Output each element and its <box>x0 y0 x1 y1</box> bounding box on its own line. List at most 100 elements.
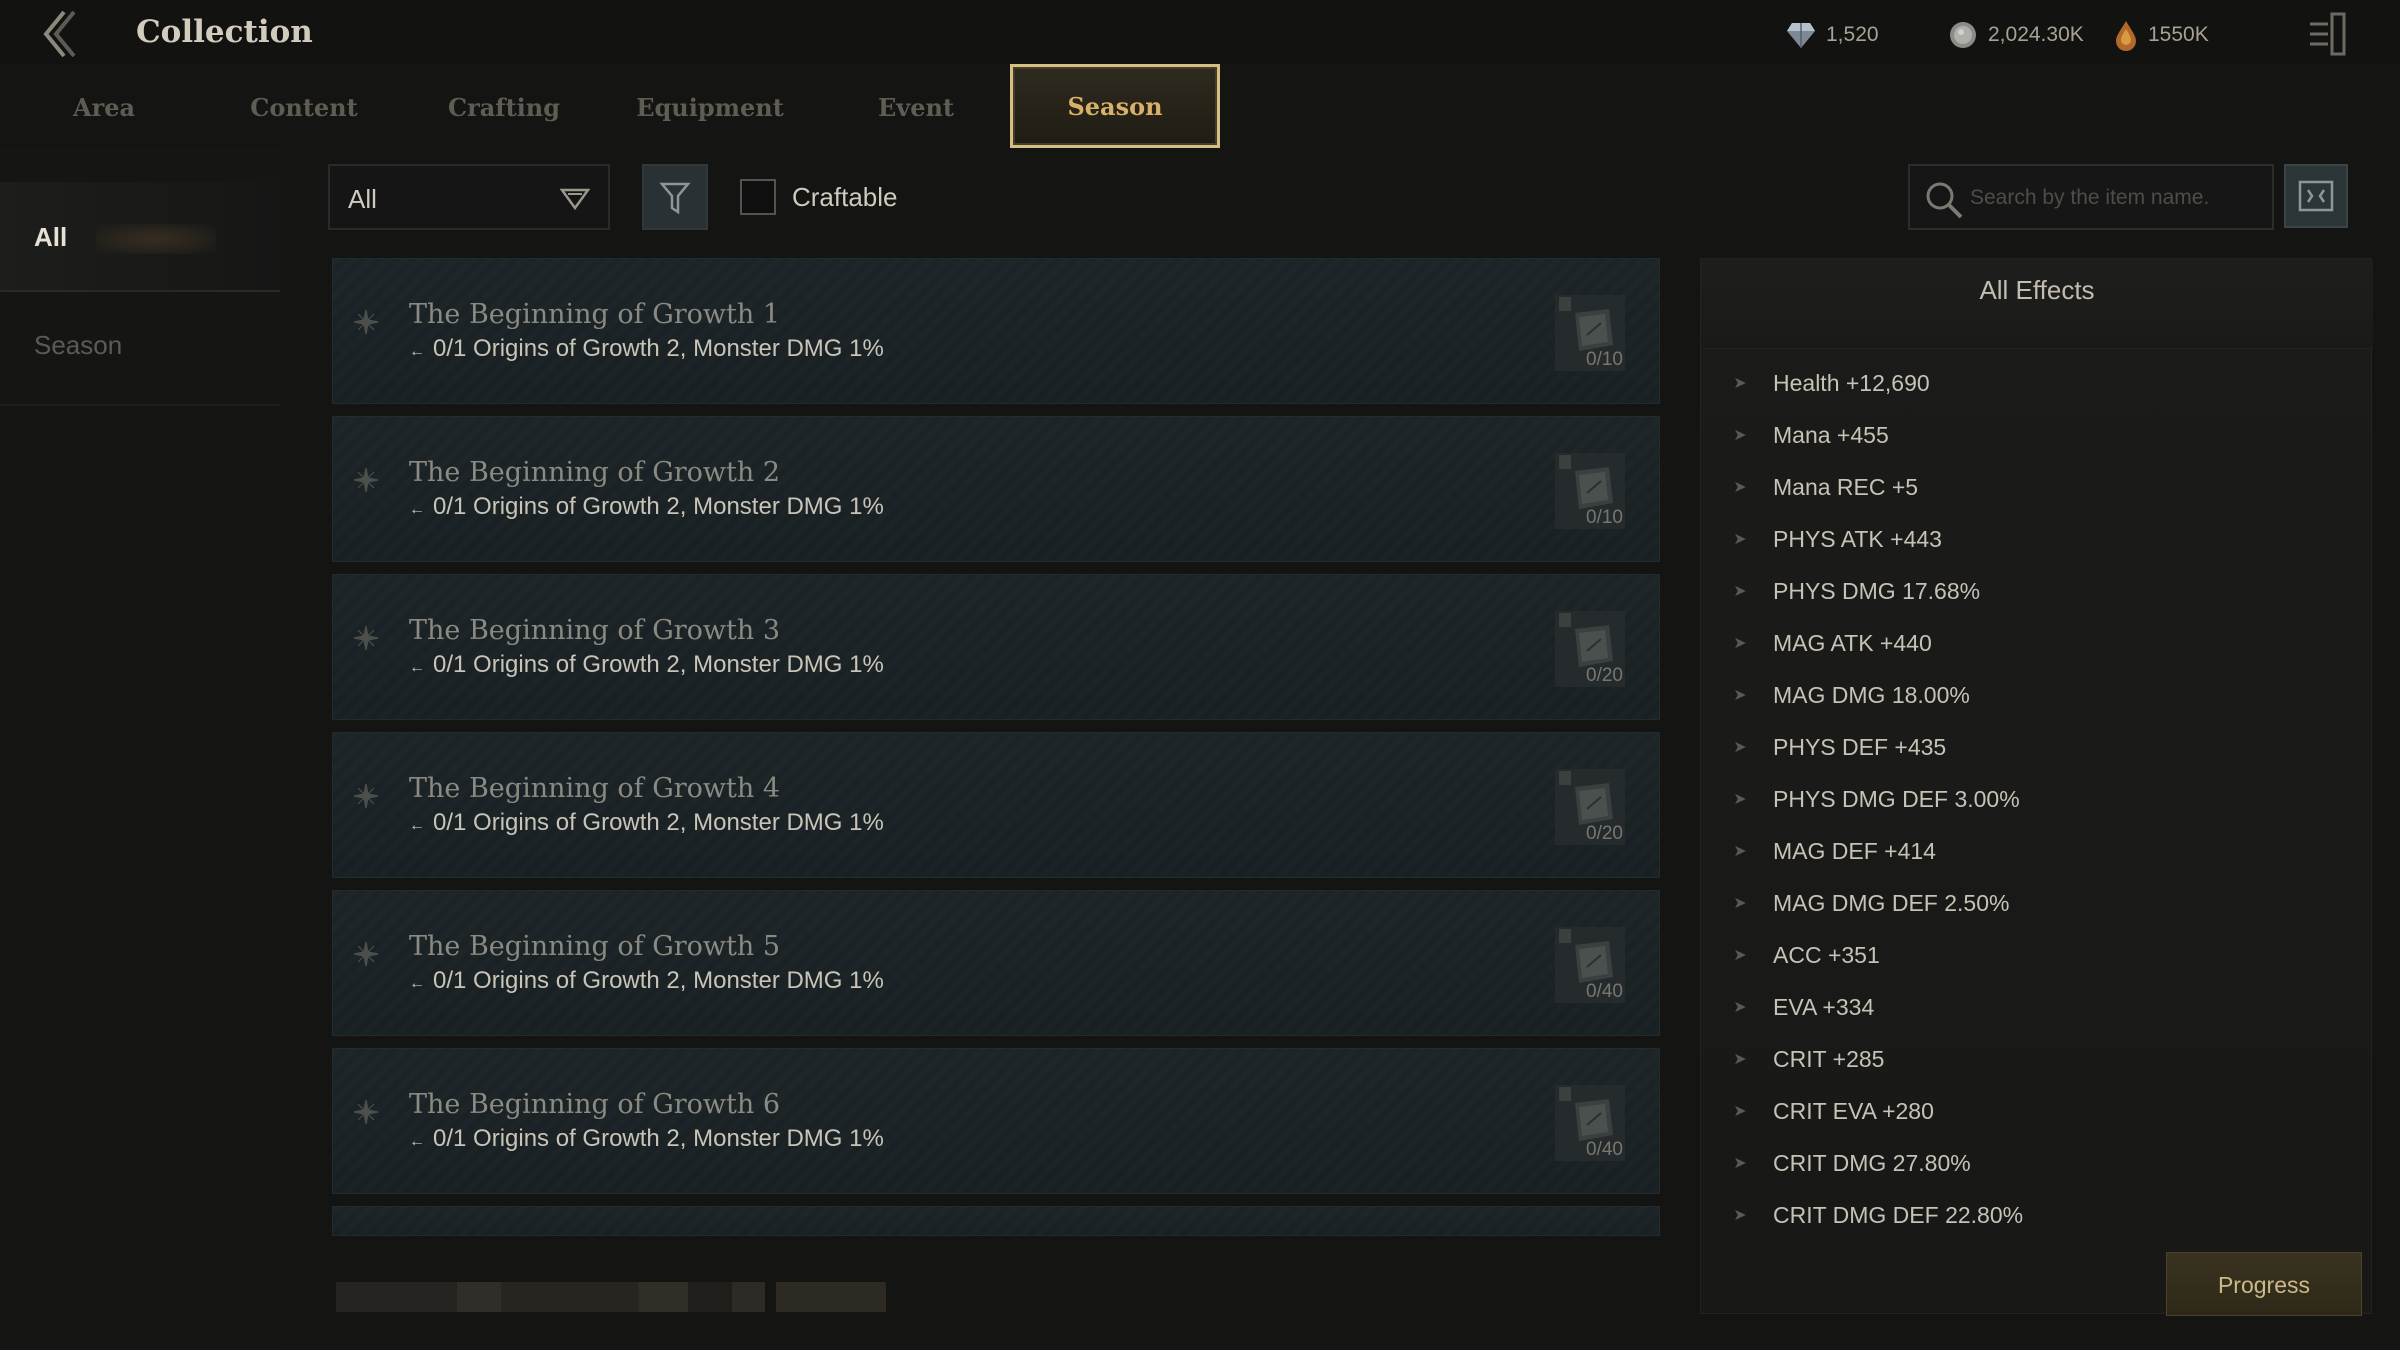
collection-requirement: ← 0/1 Origins of Growth 2, Monster DMG 1% <box>409 1125 884 1153</box>
effect-text: CRIT EVA +280 <box>1773 1097 1934 1124</box>
sidebar-item-season[interactable]: Season <box>0 294 280 406</box>
effect-item: ➤ MAG DMG 18.00% <box>1729 675 1970 715</box>
item-slot[interactable]: 0/10 <box>1555 295 1625 371</box>
arrow-right-icon: ➤ <box>1733 739 1747 756</box>
collection-requirement: ← 0/1 Origins of Growth 2, Monster DMG 1% <box>409 967 884 995</box>
filter-icon <box>659 182 691 215</box>
star-icon <box>353 467 379 498</box>
effect-text: Mana REC +5 <box>1773 473 1919 500</box>
effect-item: ➤ MAG ATK +440 <box>1729 623 1931 663</box>
collection-row[interactable]: The Beginning of Growth 4 ← 0/1 Origins of… <box>332 732 1660 878</box>
collection-row[interactable]: The Beginning of Growth 2 ← 0/1 Origins of… <box>332 416 1660 562</box>
item-slot[interactable]: 0/20 <box>1555 611 1625 687</box>
sidebar-item-label: All <box>34 222 68 252</box>
collection-row[interactable]: The Beginning of Growth 3 ← 0/1 Origins of… <box>332 574 1660 720</box>
collection-row-partial[interactable] <box>332 1206 1660 1236</box>
category-dropdown[interactable]: All <box>328 164 610 230</box>
collection-requirement: ← 0/1 Origins of Growth 2, Monster DMG 1% <box>409 493 884 521</box>
collection-requirement: ← 0/1 Origins of Growth 2, Monster DMG 1% <box>409 809 884 837</box>
collection-requirement: ← 0/1 Origins of Growth 2, Monster DMG 1% <box>409 651 884 679</box>
effect-item: ➤ Health +12,690 <box>1729 363 1929 403</box>
gold-drop-icon <box>2116 21 2136 51</box>
requirement-text: 0/1 Origins of Growth 2, Monster DMG 1% <box>433 335 884 362</box>
filter-button[interactable] <box>642 164 708 230</box>
silver-amount: 2,024.30K <box>1988 23 2084 46</box>
diamond-amount: 1,520 <box>1826 23 1879 46</box>
progress-button[interactable]: Progress <box>2166 1252 2362 1316</box>
collection-row[interactable]: The Beginning of Growth 5 ← 0/1 Origins of… <box>332 890 1660 1036</box>
effect-text: CRIT DMG 27.80% <box>1773 1149 1971 1176</box>
category-tabs: Area Content Crafting Equipment Event Se… <box>0 64 2400 148</box>
back-button[interactable] <box>38 8 90 60</box>
effects-panel: All Effects ➤ Health +12,690 ➤ Mana +455 ➤ Ma… <box>1700 258 2373 1314</box>
checkbox-box[interactable] <box>740 179 776 215</box>
requirement-text: 0/1 Origins of Growth 2, Monster DMG 1% <box>433 1125 884 1152</box>
back-chevron-icon <box>43 10 76 58</box>
star-icon <box>353 783 379 814</box>
collection-list: The Beginning of Growth 1 ← 0/1 Origins of… <box>332 258 1660 1238</box>
tab-content[interactable]: Content <box>236 64 372 148</box>
effect-text: MAG DMG 18.00% <box>1773 681 1970 708</box>
craftable-checkbox[interactable]: Craftable <box>740 178 898 216</box>
exit-menu-button[interactable] <box>2306 12 2348 56</box>
arrow-left-icon: ← <box>409 501 425 518</box>
collection-name: The Beginning of Growth 2 <box>409 457 781 488</box>
sidebar-item-label: Season <box>34 330 123 360</box>
effect-item: ➤ PHYS DMG DEF 3.00% <box>1729 779 2020 819</box>
effect-item: ➤ PHYS ATK +443 <box>1729 519 1942 559</box>
effect-item: ➤ CRIT DMG DEF 22.80% <box>1729 1195 2023 1235</box>
search-input[interactable] <box>1970 180 2260 216</box>
slot-count: 0/40 <box>1586 981 1623 1002</box>
effect-item: ➤ Mana +455 <box>1729 415 1888 455</box>
tab-season[interactable]: Season <box>1010 64 1220 148</box>
arrow-right-icon: ➤ <box>1733 1051 1747 1068</box>
tab-area[interactable]: Area <box>44 64 164 148</box>
effect-text: CRIT DMG DEF 22.80% <box>1773 1201 2024 1228</box>
effect-item: ➤ ACC +351 <box>1729 935 1880 975</box>
arrow-right-icon: ➤ <box>1733 895 1747 912</box>
arrow-left-icon: ← <box>409 343 425 360</box>
effect-text: PHYS DMG DEF 3.00% <box>1773 785 2020 812</box>
effect-text: ACC +351 <box>1773 941 1880 968</box>
collection-name: The Beginning of Growth 6 <box>409 1089 781 1120</box>
item-slot[interactable]: 0/40 <box>1555 1085 1625 1161</box>
tab-crafting[interactable]: Crafting <box>432 64 576 148</box>
effect-item: ➤ EVA +334 <box>1729 987 1874 1027</box>
tab-equipment[interactable]: Equipment <box>626 64 794 148</box>
collection-requirement: ← 0/1 Origins of Growth 2, Monster DMG 1% <box>409 335 884 363</box>
effect-item: ➤ CRIT EVA +280 <box>1729 1091 1934 1131</box>
effect-text: MAG DEF +414 <box>1773 837 1936 864</box>
arrow-right-icon: ➤ <box>1733 1103 1747 1120</box>
gold-amount: 1550K <box>2148 23 2209 46</box>
silver-coin-icon <box>1950 22 1976 48</box>
blurred-text <box>96 224 216 254</box>
item-slot[interactable]: 0/40 <box>1555 927 1625 1003</box>
collection-row[interactable]: The Beginning of Growth 6 ← 0/1 Origins of… <box>332 1048 1660 1194</box>
effect-item: ➤ CRIT +285 <box>1729 1039 1884 1079</box>
star-icon <box>353 1099 379 1130</box>
arrow-right-icon: ➤ <box>1733 999 1747 1016</box>
effect-text: PHYS DMG 17.68% <box>1773 577 1981 604</box>
collection-row[interactable]: The Beginning of Growth 1 ← 0/1 Origins of… <box>332 258 1660 404</box>
effect-text: CRIT +285 <box>1773 1045 1885 1072</box>
tab-event[interactable]: Event <box>856 64 976 148</box>
effect-item: ➤ PHYS DMG 17.68% <box>1729 571 1980 611</box>
currency-gold: 1550K <box>2114 20 2209 51</box>
slot-count: 0/20 <box>1586 823 1623 844</box>
expand-button[interactable] <box>2284 164 2348 228</box>
collection-name: The Beginning of Growth 1 <box>409 299 781 330</box>
collection-name: The Beginning of Growth 3 <box>409 615 781 646</box>
sidebar-item-all[interactable]: All <box>0 182 280 292</box>
arrow-right-icon: ➤ <box>1733 687 1747 704</box>
star-icon <box>353 309 379 340</box>
arrow-right-icon: ➤ <box>1733 583 1747 600</box>
diamond-icon <box>1787 23 1815 48</box>
item-slot[interactable]: 0/10 <box>1555 453 1625 529</box>
item-slot[interactable]: 0/20 <box>1555 769 1625 845</box>
top-bar: Collection 1,520 2,024.30K 1550K <box>0 0 2400 66</box>
slot-count: 0/10 <box>1586 349 1623 370</box>
collection-name: The Beginning of Growth 4 <box>409 773 781 804</box>
requirement-text: 0/1 Origins of Growth 2, Monster DMG 1% <box>433 809 884 836</box>
chevron-down-icon <box>560 188 590 210</box>
currency-silver: 2,024.30K <box>1948 20 2084 50</box>
